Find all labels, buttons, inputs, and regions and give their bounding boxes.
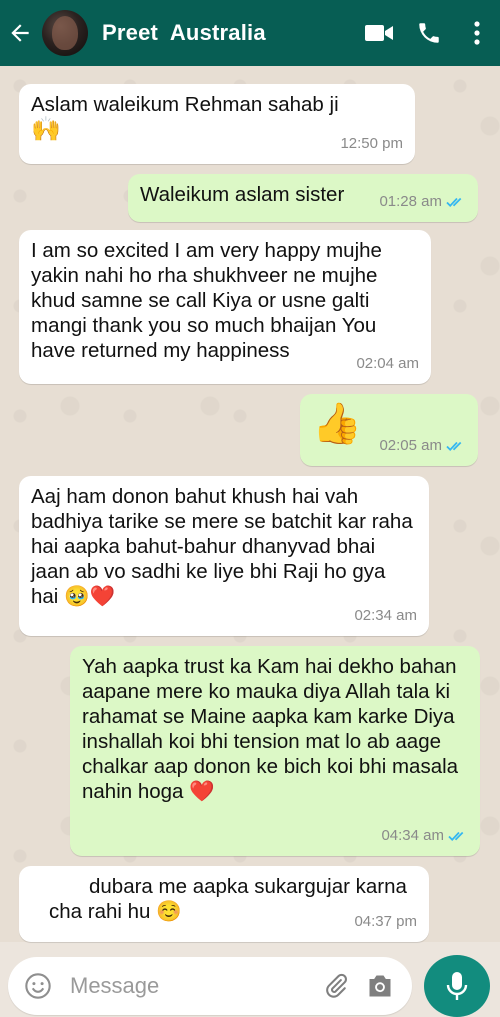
raising-hands-emoji: 🙌 xyxy=(31,115,61,143)
message-text: I am so excited I am very happy mujhe ya… xyxy=(31,239,382,362)
voice-call-button[interactable] xyxy=(404,0,454,66)
message-time: 02:04 am xyxy=(356,355,419,372)
message-incoming[interactable]: Aaj ham donon bahut khush hai vah badhiy… xyxy=(19,476,429,636)
message-time: 12:50 pm xyxy=(340,135,403,152)
message-time: 04:37 pm xyxy=(354,913,417,930)
video-call-button[interactable] xyxy=(354,0,404,66)
message-text: Yah aapka trust ka Kam hai dekho bahan a… xyxy=(82,655,459,803)
camera-button[interactable] xyxy=(358,957,402,1015)
message-incoming[interactable]: Aslam waleikum Rehman sahab ji 🙌 12:50 p… xyxy=(19,84,415,164)
emoji-icon xyxy=(25,973,51,999)
message-time: 01:28 am xyxy=(379,193,442,210)
voice-message-button[interactable] xyxy=(424,955,490,1017)
smiling-emoji: ☺️ xyxy=(156,899,182,923)
camera-icon xyxy=(369,975,391,997)
message-text: dubara me aapka sukargujar karna cha rah… xyxy=(49,875,407,923)
message-text: Aslam waleikum Rehman sahab ji xyxy=(31,93,339,116)
chat-area[interactable]: Aslam waleikum Rehman sahab ji 🙌 12:50 p… xyxy=(0,66,500,942)
message-composer[interactable]: Message xyxy=(8,957,412,1015)
message-time: 04:34 am xyxy=(381,827,444,844)
message-outgoing[interactable]: Waleikum aslam sister 01:28 am xyxy=(128,174,478,222)
message-input[interactable]: Message xyxy=(70,973,314,999)
contact-name[interactable]: Preet Australia xyxy=(102,20,354,46)
message-outgoing[interactable]: Yah aapka trust ka Kam hai dekho bahan a… xyxy=(70,646,480,856)
message-incoming[interactable]: I am so excited I am very happy mujhe ya… xyxy=(19,230,431,384)
heart-emoji: ❤️ xyxy=(189,779,215,803)
back-button[interactable] xyxy=(0,0,40,66)
message-time: 02:05 am xyxy=(379,437,442,454)
chat-header: Preet Australia xyxy=(0,0,500,66)
more-vert-icon xyxy=(474,21,480,45)
video-call-icon xyxy=(365,25,393,41)
contact-avatar[interactable] xyxy=(42,10,88,56)
message-time: 02:34 am xyxy=(354,607,417,624)
message-text: Waleikum aslam sister xyxy=(140,183,345,206)
phone-icon xyxy=(419,23,439,43)
attach-button[interactable] xyxy=(314,957,358,1015)
message-incoming[interactable]: dubara me aapka sukargujar karna cha rah… xyxy=(19,866,429,942)
more-options-button[interactable] xyxy=(454,0,500,66)
read-receipt-icon xyxy=(446,440,466,452)
mic-icon xyxy=(446,972,468,1000)
message-outgoing[interactable]: 👍 02:05 am xyxy=(300,394,478,466)
read-receipt-icon xyxy=(448,830,468,842)
read-receipt-icon xyxy=(446,196,466,208)
emoji-heart: 🥹❤️ xyxy=(64,584,116,608)
emoji-button[interactable] xyxy=(16,957,60,1015)
attach-icon xyxy=(326,973,347,998)
back-arrow-icon xyxy=(11,24,29,42)
thumbs-up-emoji: 👍 xyxy=(312,401,362,447)
